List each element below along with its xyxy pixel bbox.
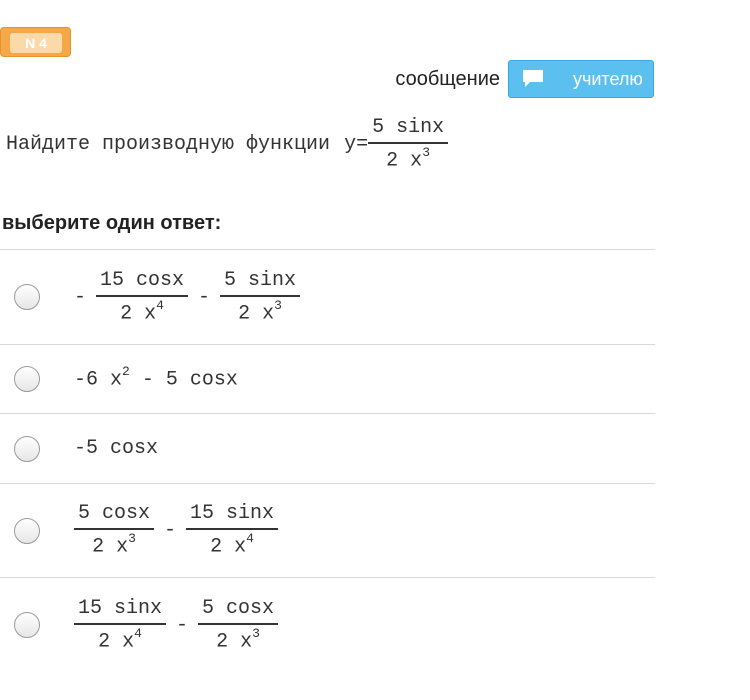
answer-expression: 15 sinx 2 x4 - 5 cosx 2 x3 <box>74 597 279 653</box>
fraction: 5 cosx 2 x3 <box>198 597 279 653</box>
fraction: 15 cosx 2 x4 <box>96 269 189 325</box>
radio-button[interactable] <box>14 435 40 462</box>
question-prompt: Найдите производную функции <box>6 132 331 156</box>
radio-button[interactable] <box>14 612 40 638</box>
choose-one-label: выберите один ответ: <box>2 212 222 234</box>
radio-button[interactable] <box>14 284 40 310</box>
question-text: Найдите производную функции y= 5 sinx 2 … <box>6 113 449 175</box>
radio-button[interactable] <box>14 366 40 392</box>
question-number-badge: N 4 <box>0 27 71 57</box>
answer-option-3[interactable]: -5 cosx <box>0 413 655 483</box>
question-fraction: 5 sinx 2 x3 <box>368 116 449 173</box>
message-label: сообщение <box>395 67 500 90</box>
fraction: 5 cosx 2 x3 <box>74 502 155 559</box>
answer-expression: -5 cosx <box>74 437 159 460</box>
message-teacher-button-label: учителю <box>573 68 643 89</box>
question-number-label: N 4 <box>10 33 62 53</box>
fraction: 5 sinx 2 x3 <box>220 269 301 325</box>
fraction: 15 sinx 2 x4 <box>74 597 167 653</box>
fraction: 15 sinx 2 x4 <box>186 502 279 559</box>
answer-expression: -6 x2 - 5 cosx <box>74 364 238 392</box>
answer-expression: 5 cosx 2 x3 - 15 sinx 2 x4 <box>74 502 279 559</box>
answer-option-1[interactable]: - 15 cosx 2 x4 - 5 sinx 2 x3 <box>0 249 655 344</box>
answer-option-5[interactable]: 15 sinx 2 x4 - 5 cosx 2 x3 <box>0 577 655 672</box>
answer-options: - 15 cosx 2 x4 - 5 sinx 2 x3 -6 x2 - 5 c… <box>0 249 655 672</box>
message-teacher-row: сообщение учителю <box>395 60 654 98</box>
radio-button[interactable] <box>14 517 40 544</box>
question-y: y= <box>344 132 369 156</box>
question-numerator: 5 sinx <box>368 116 449 144</box>
chat-bubble-icon <box>521 69 545 89</box>
answer-expression: - 15 cosx 2 x4 - 5 sinx 2 x3 <box>74 269 301 325</box>
message-teacher-button[interactable]: учителю <box>508 60 654 98</box>
answer-option-4[interactable]: 5 cosx 2 x3 - 15 sinx 2 x4 <box>0 483 655 577</box>
question-denominator: 2 x3 <box>386 144 430 173</box>
answer-option-2[interactable]: -6 x2 - 5 cosx <box>0 344 655 413</box>
